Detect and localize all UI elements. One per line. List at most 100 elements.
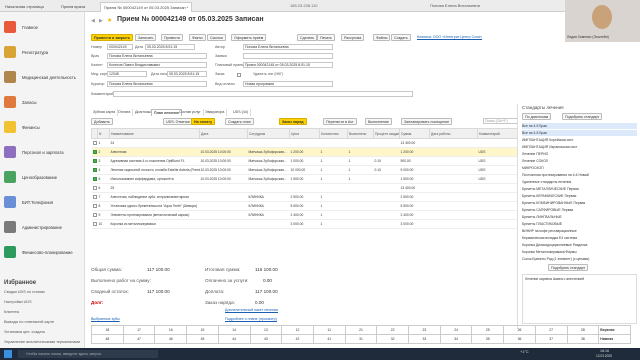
favorite-item[interactable]: Выводы по платежной карте bbox=[4, 320, 54, 324]
planned-field[interactable]: Прием 000042148 от 05.03.2025 8:51:15 bbox=[243, 62, 333, 68]
tooth-cell[interactable]: 32 bbox=[376, 334, 410, 344]
tooth-cell[interactable]: 43 bbox=[249, 334, 283, 344]
standard-item[interactable]: ВИНИР на кофе реставрационные bbox=[522, 228, 637, 234]
tab-appointment[interactable]: Прием № 000042149 от 05.03.2025 Записан … bbox=[100, 2, 193, 12]
sidebar-item-6[interactable]: Ценообразование bbox=[0, 166, 85, 190]
tooth-cell[interactable]: 31 bbox=[344, 334, 378, 344]
by-diagnosis-button[interactable]: По диагнозам bbox=[522, 113, 552, 120]
pick-standard-button[interactable]: Подобрать стандарт bbox=[548, 264, 589, 271]
tooth-cell[interactable]: 46 bbox=[154, 334, 188, 344]
standard-item[interactable]: Брекеты ЛИНГВАЛЬНЫЕ bbox=[522, 214, 637, 220]
tooth-cell[interactable]: 33 bbox=[408, 334, 441, 344]
tooth-cell[interactable]: 41 bbox=[312, 334, 346, 344]
column-header[interactable]: N bbox=[97, 128, 110, 139]
sidebar-item-5[interactable]: Персонал и зарплата bbox=[0, 141, 85, 165]
standard-item[interactable]: Все на 4-5 Брак bbox=[522, 123, 637, 129]
row-checkbox[interactable] bbox=[92, 159, 97, 164]
row-checkbox[interactable] bbox=[92, 141, 97, 146]
row-checkbox[interactable] bbox=[92, 204, 97, 209]
column-header[interactable]: Процент скидки bbox=[373, 128, 400, 139]
add-button[interactable]: Добавить bbox=[91, 118, 113, 125]
favorite-item[interactable]: Настройки UDS bbox=[4, 300, 32, 304]
order-checkbox[interactable] bbox=[237, 73, 241, 77]
sidebar-item-2[interactable]: Медицинская деятельность bbox=[0, 66, 85, 90]
back-arrow-icon[interactable]: ◀ bbox=[91, 18, 99, 24]
card-field[interactable]: 12348 bbox=[107, 71, 147, 77]
tooth-cell[interactable]: 21 bbox=[344, 325, 378, 335]
windows-start-icon[interactable] bbox=[4, 350, 12, 358]
tooth-cell[interactable]: 27 bbox=[534, 325, 568, 335]
start-field[interactable]: 05.03.2025 8:51:15 bbox=[167, 71, 207, 77]
tooth-cell[interactable]: 28 bbox=[566, 325, 600, 335]
standard-item[interactable]: Коронки Металлокерамика Фирмы bbox=[522, 249, 637, 255]
post-button[interactable]: Провести bbox=[161, 34, 183, 41]
row-checkbox[interactable] bbox=[92, 168, 97, 173]
doctor-field[interactable]: Попова Елена Витальевна bbox=[107, 53, 207, 59]
print-button[interactable]: Печать bbox=[317, 34, 335, 41]
pick-standard-button-top[interactable]: Подобрать стандарт bbox=[562, 113, 603, 120]
sidebar-item-8[interactable]: Администрирование bbox=[0, 216, 85, 240]
move-to-act-button[interactable]: Перенести в Акт bbox=[323, 118, 357, 125]
subtab-1[interactable]: Оплата bbox=[116, 109, 134, 116]
row-checkbox[interactable] bbox=[92, 213, 97, 218]
sidebar-item-7[interactable]: БИТ.Телефония bbox=[0, 191, 85, 215]
clinic-link[interactable]: Клиника: ООО «Интегрит Центр Сочи» bbox=[417, 35, 482, 39]
sidebar-item-3[interactable]: Запасы bbox=[0, 91, 85, 115]
standard-item[interactable]: Сосок Брекеты Ряд (1 элемент) (с ценами) bbox=[522, 256, 637, 262]
standard-item[interactable]: ИМПЛАНТАЦИЯ Израильская сист bbox=[522, 144, 637, 150]
favorite-item[interactable]: Установка цен: создать bbox=[4, 330, 45, 334]
row-checkbox[interactable] bbox=[92, 195, 97, 200]
column-header[interactable]: Цена bbox=[289, 128, 320, 139]
standard-item[interactable]: Все на 4-5 Брак bbox=[522, 130, 637, 136]
subtab-0[interactable]: Зубная карта bbox=[91, 109, 119, 116]
extra-package-link[interactable]: Доплатительный пакет лечения bbox=[225, 308, 278, 312]
sidebar-item-4[interactable]: Финансы bbox=[0, 116, 85, 140]
tab-home[interactable]: Начальная страница bbox=[2, 2, 47, 12]
selected-teeth-link[interactable]: Выбранные зубы bbox=[91, 317, 120, 321]
tooth-cell[interactable]: 34 bbox=[439, 334, 473, 344]
standard-item[interactable]: Постоянная протезирования на 4-6 Новый bbox=[522, 172, 637, 178]
tab-doctor[interactable]: Прием врача bbox=[58, 2, 88, 12]
column-header[interactable]: Выполнено bbox=[347, 128, 374, 139]
date-field[interactable]: 05.03.2025 8:51:15 bbox=[145, 44, 195, 50]
create-button[interactable]: Создать bbox=[391, 34, 411, 41]
tooth-cell[interactable]: 12 bbox=[281, 325, 314, 335]
column-header[interactable]: Дата bbox=[199, 128, 248, 139]
standard-item[interactable]: Брекеты КЕРАМИЧЕСКИЕ Первая bbox=[522, 193, 637, 199]
execution-button[interactable]: Выполнение bbox=[365, 118, 392, 125]
tooth-cell[interactable]: 15 bbox=[186, 325, 219, 335]
row-checkbox[interactable] bbox=[92, 186, 97, 191]
tooth-cell[interactable]: 36 bbox=[503, 334, 536, 344]
row-checkbox[interactable] bbox=[92, 150, 97, 155]
favorite-item[interactable]: Управление аналитическими терминалами bbox=[4, 340, 80, 344]
comment-field[interactable] bbox=[113, 91, 413, 97]
favorite-item[interactable]: Клиенты bbox=[4, 310, 19, 314]
column-header[interactable]: Количество bbox=[319, 128, 348, 139]
post-and-close-button[interactable]: Провести и закрыть bbox=[91, 34, 134, 41]
tooth-cell[interactable]: 44 bbox=[217, 334, 251, 344]
tooth-cell[interactable]: 23 bbox=[408, 325, 441, 335]
tooth-cell[interactable]: 22 bbox=[376, 325, 410, 335]
standard-item[interactable]: Лечение СОКОЛ bbox=[522, 158, 637, 164]
create-plan-button[interactable]: Создать план bbox=[225, 118, 254, 125]
sidebar-item-1[interactable]: Регистратура bbox=[0, 41, 85, 65]
subtab-6[interactable]: UDS (44) bbox=[231, 109, 251, 116]
subtab-5[interactable]: Эвакуатора bbox=[203, 109, 228, 116]
tooth-cell[interactable]: 42 bbox=[281, 334, 314, 344]
author-field[interactable]: Попова Елена Витальевна bbox=[243, 44, 333, 50]
sidebar-item-9[interactable]: Финансово-планирование bbox=[0, 241, 85, 265]
column-header[interactable]: Дата работы bbox=[429, 128, 478, 139]
sidebar-item-0[interactable]: Главное bbox=[0, 16, 85, 40]
tooth-cell[interactable]: 18 bbox=[91, 325, 124, 335]
tooth-cell[interactable]: 48 bbox=[91, 334, 124, 344]
standard-item[interactable]: Удаленные стандарты лечения bbox=[522, 179, 637, 185]
client-field[interactable]: Колесов Павел Владиславович bbox=[107, 62, 207, 68]
tooth-cell[interactable]: 38 bbox=[566, 334, 600, 344]
standard-item[interactable]: Брекеты КОМБИНИРОВАННЫЕ Первая bbox=[522, 200, 637, 206]
tooth-cell[interactable]: 35 bbox=[471, 334, 505, 344]
tooth-cell[interactable]: 37 bbox=[534, 334, 568, 344]
standard-item[interactable]: ИМПЛАНТАЦИЯ Корейская сист bbox=[522, 137, 637, 143]
installment-button[interactable]: Рассрочка bbox=[341, 34, 365, 41]
number-field[interactable]: 000042149 bbox=[107, 44, 133, 50]
tooth-cell[interactable]: 17 bbox=[122, 325, 156, 335]
